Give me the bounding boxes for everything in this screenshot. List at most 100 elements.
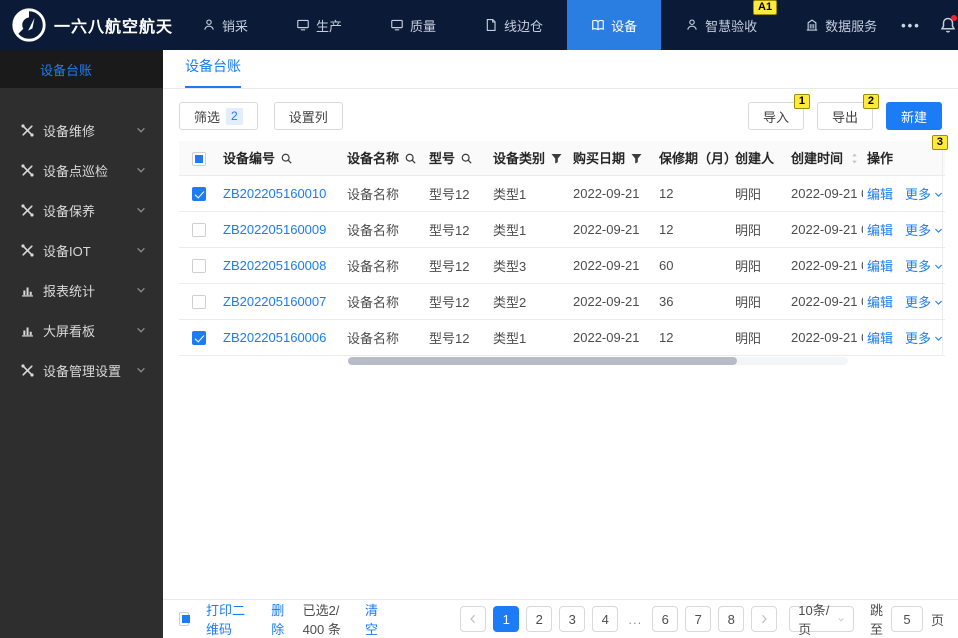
column-header-购买日期: 购买日期 [569,141,655,176]
equipment-code-link[interactable]: ZB202205160006 [223,330,326,345]
page-button-7[interactable]: 7 [685,606,712,632]
select-all-checkbox[interactable] [179,612,190,626]
nav-item-7[interactable]: 数据服务 [781,0,901,50]
sidebar-item-label: 设备维修 [43,123,96,139]
filter-icon[interactable] [630,152,643,168]
page-button-1[interactable]: 1 [493,606,520,632]
page-button-3[interactable]: 3 [559,606,586,632]
page-jump-input[interactable] [890,606,923,632]
tools-icon [20,363,35,378]
sidebar-item-4[interactable]: 设备IOT [0,230,163,270]
edit-button[interactable]: 编辑 [867,295,893,310]
cell-name: 设备名称 [343,211,425,248]
app-logo-icon [12,8,46,42]
cell-warranty: 12 [655,319,731,356]
clear-selection-button[interactable]: 清空 [365,600,382,638]
sort-icon[interactable] [848,152,861,168]
column-label: 设备名称 [347,150,400,166]
table-row-3: ZB202205160008 设备名称 型号12 类型3 2022-09-21 60 明阳 2… [179,247,945,284]
sidebar-item-7[interactable]: 设备管理设置 [0,350,163,390]
print-qrcode-button[interactable]: 打印二维码 [206,600,249,638]
column-settings-button[interactable]: 设置列 [273,102,343,130]
create-button[interactable]: 新建 3 [885,102,948,150]
cell-equipment-code: ZB202205160010 [219,175,343,212]
import-button[interactable]: 导入 1 [747,94,810,130]
edit-button[interactable]: 编辑 [867,223,893,238]
column-label: 操作 [867,151,894,167]
cell-category: 类型3 [489,247,569,284]
export-button[interactable]: 导出 2 [816,94,879,130]
more-button[interactable]: 更多 [905,223,944,238]
table-row-4: ZB202205160007 设备名称 型号12 类型2 2022-09-21 36 明阳 2… [179,283,945,320]
filter-button[interactable]: 筛选 2 [179,102,258,130]
equipment-code-link[interactable]: ZB202205160010 [223,186,326,201]
filter-icon[interactable] [550,152,563,168]
sidebar-item-5[interactable]: 报表统计 [0,270,163,310]
main-content: 设备台账 筛选 2 设置列 导入 1 导出 2 新建 3 设备编号 设备名称 型… [163,50,958,638]
page-button-8[interactable]: 8 [718,606,745,632]
nav-item-label: 数据服务 [825,18,878,34]
sidebar-item-equipment-ledger-active[interactable]: 设备台账 [0,50,163,88]
nav-item-4[interactable]: 线边仓 [460,0,567,50]
nav-item-1[interactable]: 销采 [178,0,272,50]
edit-button[interactable]: 编辑 [867,187,893,202]
search-icon[interactable] [460,152,473,168]
header-select-all-checkbox[interactable] [192,151,206,166]
sidebar-item-1[interactable]: 设备维修 [0,110,163,150]
more-button[interactable]: 更多 [905,259,944,274]
next-page-button[interactable] [751,606,778,632]
page-size-select[interactable]: 10条/页 [789,603,854,637]
cell-actions: 编辑 更多 [863,247,945,284]
footer-batch-actions: 打印二维码 删除 已选2/ 400 条 清空 [179,600,404,638]
row-checkbox[interactable] [192,186,206,201]
sidebar-item-2[interactable]: 设备点巡检 [0,150,163,190]
cell-actions: 编辑 更多 [863,283,945,320]
cell-category: 类型1 [489,319,569,356]
sidebar-item-6[interactable]: 大屏看板 [0,310,163,350]
cell-model: 型号12 [425,319,489,356]
page-button-4[interactable]: 4 [592,606,619,632]
edit-button[interactable]: 编辑 [867,259,893,274]
more-button[interactable]: 更多 [905,295,944,310]
tab-equipment-ledger[interactable]: 设备台账 [185,56,241,88]
row-checkbox[interactable] [192,294,206,309]
delete-button[interactable]: 删除 [271,600,288,638]
row-checkbox[interactable] [192,258,206,273]
horizontal-scrollbar-thumb[interactable] [348,356,737,365]
column-header-创建时间: 创建时间 [787,141,863,176]
table-row-2: ZB202205160009 设备名称 型号12 类型1 2022-09-21 12 明阳 2… [179,211,945,248]
nav-item-3[interactable]: 质量 [366,0,460,50]
cell-created-at: 2022-09-21 0 [787,319,863,356]
prev-page-button[interactable] [460,606,487,632]
row-checkbox[interactable] [192,222,206,237]
chevron-down-icon [135,364,147,376]
row-checkbox[interactable] [192,330,206,345]
page-button-2[interactable]: 2 [526,606,553,632]
search-icon[interactable] [280,152,293,168]
cell-model: 型号12 [425,283,489,320]
cell-purchase-date: 2022-09-21 [569,319,655,356]
chart-icon [20,323,35,338]
column-label: 设备类别 [493,150,546,166]
horizontal-scrollbar[interactable] [348,356,848,365]
table-row-5: ZB202205160006 设备名称 型号12 类型1 2022-09-21 12 明阳 2… [179,319,945,356]
sidebar-item-label: 设备IOT [43,243,91,259]
search-icon[interactable] [404,152,417,168]
nav-item-2[interactable]: 生产 [272,0,366,50]
more-button[interactable]: 更多 [905,331,944,346]
main-nav: 销采 生产 质量 线边仓 设备 智慧验收 数据服务 [178,0,901,50]
sidebar-item-3[interactable]: 设备保养 [0,190,163,230]
more-button[interactable]: 更多 [905,187,944,202]
column-header-设备编号: 设备编号 [219,141,343,176]
equipment-code-link[interactable]: ZB202205160007 [223,294,326,309]
notification-bell-icon[interactable] [939,15,957,34]
column-header-保修期（月）: 保修期（月） [655,141,731,176]
more-menu-icon[interactable]: ••• [901,18,921,33]
edit-button[interactable]: 编辑 [867,331,893,346]
cell-created-at: 2022-09-21 0 [787,211,863,248]
nav-item-5[interactable]: 设备 [567,0,662,50]
page-button-6[interactable]: 6 [652,606,679,632]
equipment-code-link[interactable]: ZB202205160009 [223,222,326,237]
equipment-code-link[interactable]: ZB202205160008 [223,258,326,273]
cell-actions: 编辑 更多 [863,319,945,356]
